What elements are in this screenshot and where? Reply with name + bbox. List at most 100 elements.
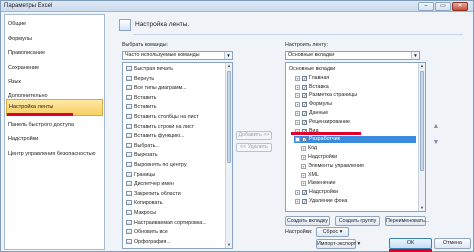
expand-icon[interactable]: + [295,111,300,116]
list-item[interactable]: Диспетчер имен [126,181,174,188]
tree-item-label: Формулы [309,101,333,108]
list-item[interactable]: Все типы диаграмм... [126,85,187,92]
choose-commands-select[interactable]: Часто используемые команды ▼ [122,51,233,60]
scroll-down-icon[interactable]: ▼ [226,242,232,248]
expand-icon[interactable]: + [301,146,306,152]
commands-scrollbar[interactable]: ▲ ▼ [225,63,232,248]
list-item[interactable]: Быстрая печать [126,66,173,73]
sidebar-item-language[interactable]: Язык [8,78,21,86]
tab-checkbox[interactable]: ✓ [302,84,307,90]
tree-item[interactable]: Основные вкладки [288,66,416,73]
list-item[interactable]: Вырезать [126,152,158,159]
ok-button[interactable]: ОК [389,238,432,249]
expand-icon[interactable]: + [301,155,306,160]
minimize-button[interactable]: – [418,2,434,11]
tree-item-label: Код [308,145,318,152]
sidebar-item-trust-center[interactable]: Центр управления безопасностью [8,150,95,158]
tree-item[interactable]: − ✓ Разработчик [294,136,416,144]
tab-checkbox[interactable]: ✓ [302,190,307,196]
tree-item[interactable]: + ✓ Главная [294,75,416,82]
expand-icon[interactable]: + [301,163,306,169]
commands-list[interactable]: Быстрая печать Вернуть Все типы диаграмм..… [122,62,233,249]
sidebar-item-formulas[interactable]: Формулы [8,35,32,43]
list-item[interactable]: Вернуть [126,75,154,83]
tree-scrollbar[interactable]: ▲ ▼ [418,63,425,211]
list-item[interactable]: Выровнять по центру [126,162,187,169]
remove-button[interactable]: << Удалить [236,143,272,152]
tab-checkbox[interactable]: ✓ [302,102,307,108]
reset-button[interactable]: Сброс ▾ [316,227,349,237]
expand-icon[interactable]: + [295,119,300,125]
maximize-button[interactable]: ▭ [435,2,451,11]
expand-icon[interactable]: + [301,172,306,178]
list-item[interactable]: Настраиваемая сортировка... [126,219,207,227]
sidebar-item-add-ins[interactable]: Надстройки [8,135,38,143]
cancel-button[interactable]: Отмена [434,238,471,249]
tab-checkbox[interactable]: ✓ [302,137,307,143]
list-item[interactable]: Обновить все [126,229,168,236]
tree-item[interactable]: + Изменение [300,180,416,187]
expand-icon[interactable]: + [295,84,300,90]
list-item[interactable]: Выбрать... [126,142,160,150]
scroll-up-icon[interactable]: ▲ [419,63,425,69]
new-group-button[interactable]: Создать группу [335,216,380,226]
tree-item[interactable]: + XML [300,172,416,179]
close-button[interactable]: ✕ [452,2,468,11]
sidebar-item-proofing[interactable]: Правописание [8,49,45,57]
list-item[interactable]: Закрепить области [126,190,181,198]
list-item-label: Вставить столбцы на лист [134,114,199,120]
expand-icon[interactable]: + [295,190,300,196]
expand-icon[interactable]: + [295,199,300,204]
sidebar-item-general[interactable]: Общие [8,20,26,28]
tab-checkbox[interactable]: ✓ [302,93,307,99]
freeze-panes-icon [126,190,132,196]
move-up-icon[interactable]: ▲ [431,122,441,132]
list-item[interactable]: Вставить столбцы на лист [126,114,199,121]
ribbon-tabs-tree[interactable]: Основные вкладки + ✓ Главная + ✓ Вставка + ✓ Разм… [285,62,426,212]
tab-checkbox[interactable]: ✓ [302,119,307,125]
expand-icon[interactable]: + [295,93,300,99]
tree-item[interactable]: + Надстройки [300,154,416,161]
list-item[interactable]: Границы [126,171,156,179]
tab-checkbox[interactable]: ✓ [302,199,307,204]
sidebar-item-save[interactable]: Сохранение [8,64,39,72]
list-item[interactable]: Макросы [126,210,156,217]
tree-item[interactable]: + ✓ Данные [294,110,416,117]
list-item[interactable]: Вставить строки на лист [126,123,194,131]
chart-icon [126,85,132,91]
tree-item[interactable]: + ✓ Вставка [294,84,416,91]
move-down-icon[interactable]: ▼ [431,138,441,148]
tab-checkbox[interactable]: ✓ [302,111,307,116]
scrollbar-thumb[interactable] [420,71,424,171]
chevron-down-icon[interactable]: ▼ [411,52,419,59]
tree-item[interactable]: + ✓ Рецензирование [294,119,416,126]
list-item-label: Закрепить области [134,190,181,197]
tree-item[interactable]: + Код [300,145,416,152]
tree-item[interactable]: + ✓ Формулы [294,101,416,108]
list-item[interactable]: Вставить [126,94,156,102]
expand-icon[interactable]: + [301,181,306,187]
add-button[interactable]: Добавить >> [236,131,272,140]
expand-icon[interactable]: + [295,75,300,81]
rename-button[interactable]: Переименовать... [385,216,429,226]
list-item[interactable]: Вставить функцию... [126,133,185,140]
list-item[interactable]: Копировать [126,200,163,207]
tree-item[interactable]: + ✓ Надстройки [294,189,416,196]
tree-item[interactable]: + Элементы управления [300,163,416,170]
collapse-icon[interactable]: − [295,137,300,143]
scroll-up-icon[interactable]: ▲ [226,63,232,69]
list-item-label: Границы [134,171,156,178]
import-export-button[interactable]: Импорт-экспорт ▾ [316,239,360,249]
customize-ribbon-select[interactable]: Основные вкладки ▼ [285,51,420,60]
chevron-down-icon[interactable]: ▼ [224,52,232,59]
list-item[interactable]: Орфография... [126,238,171,246]
tree-item[interactable]: + ✓ Удаление фона [294,198,416,205]
sidebar-item-quick-access-toolbar[interactable]: Панель быстрого доступа [8,121,74,129]
new-tab-button[interactable]: Создать вкладку [285,216,330,226]
list-item[interactable]: Вставить [126,104,156,111]
scrollbar-thumb[interactable] [227,71,231,163]
scroll-down-icon[interactable]: ▼ [419,205,425,211]
tree-item[interactable]: + ✓ Разметка страницы [294,92,416,99]
tab-checkbox[interactable]: ✓ [302,75,307,81]
expand-icon[interactable]: + [295,102,300,108]
